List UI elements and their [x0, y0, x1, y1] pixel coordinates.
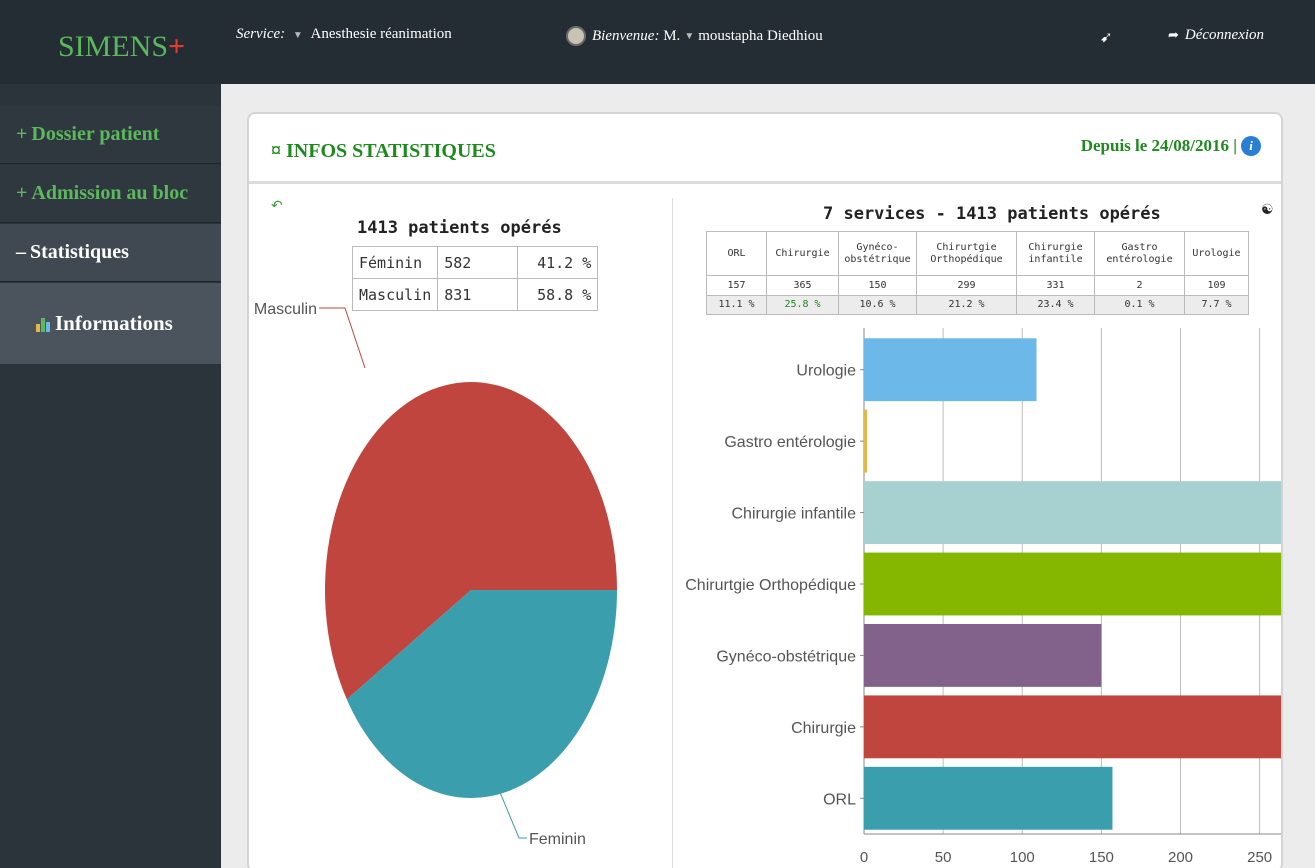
bar: [864, 552, 1281, 616]
column-header: Chirurgie: [766, 231, 839, 276]
sidebar-item-label: Statistiques: [30, 241, 129, 263]
pie-label: Feminin: [529, 831, 586, 848]
x-tick-label: 150: [1089, 849, 1114, 866]
app-logo[interactable]: SIMENS+: [58, 30, 185, 64]
main-content: ¤ INFOS STATISTIQUES Depuis le 24/08/201…: [221, 84, 1315, 868]
minus-icon: –: [16, 241, 26, 263]
undo-icon[interactable]: ↶: [271, 198, 283, 215]
sidebar-item-statistiques[interactable]: – Statistiques: [0, 224, 221, 282]
plus-icon: +: [16, 123, 28, 145]
services-bar-chart: 050100150200250300350400UrologieGastro e…: [685, 328, 1281, 866]
column-header: Chirurtgie Orthopédique: [916, 231, 1017, 276]
sidebar-subitem-label: Informations: [55, 311, 173, 335]
service-value: Anesthesie réanimation: [310, 26, 452, 42]
y-tick-label: Chirurgie infantile: [731, 506, 856, 523]
table-cell: 150: [838, 275, 917, 296]
panel-title-icon: ¤: [271, 140, 281, 162]
x-tick-label: 100: [1010, 849, 1035, 866]
yin-yang-icon[interactable]: ☯: [1261, 202, 1274, 219]
gender-label: Féminin: [351, 246, 439, 279]
x-tick-label: 250: [1247, 849, 1272, 866]
table-row: 11.1 % 25.8 % 10.6 % 21.2 % 23.4 % 0.1 %…: [706, 295, 1249, 315]
table-cell: 109: [1184, 275, 1249, 296]
pie-label: Masculin: [254, 301, 317, 318]
services-table: ORL Chirurgie Gynéco-obstétrique Chirurt…: [706, 231, 1249, 315]
table-cell: 157: [706, 275, 767, 296]
pie-label-line: [319, 307, 366, 369]
y-tick-label: Urologie: [796, 363, 856, 380]
welcome-label: Bienvenue:: [592, 27, 660, 44]
gender-pie-chart: Masculin Feminin: [254, 301, 617, 848]
bar: [864, 695, 1281, 759]
y-tick-label: Gynéco-obstétrique: [716, 648, 856, 665]
stats-panel: ¤ INFOS STATISTIQUES Depuis le 24/08/201…: [247, 112, 1283, 868]
bar: [864, 409, 868, 473]
panel-title: ¤ INFOS STATISTIQUES: [271, 140, 496, 162]
logout-icon: ➦: [1168, 27, 1179, 42]
plus-icon: +: [16, 182, 28, 204]
bar-chart-icon: [36, 316, 51, 332]
sidebar: + Dossier patient + Admission au bloc – …: [0, 84, 221, 868]
y-tick-label: Chirurgie: [791, 720, 856, 737]
table-cell: 10.6 %: [838, 295, 917, 315]
table-cell: 365: [766, 275, 839, 296]
x-tick-label: 0: [860, 849, 868, 866]
column-header: Urologie: [1184, 231, 1249, 276]
avatar: [566, 26, 586, 46]
sidebar-item-label: Admission au bloc: [31, 182, 189, 204]
bar: [864, 481, 1281, 544]
table-cell: 2: [1094, 275, 1185, 296]
top-bar: SIMENS+ Service: ▼ Anesthesie réanimatio…: [0, 0, 1315, 84]
column-header: Gastro entérologie: [1094, 231, 1185, 276]
table-cell: 7.7 %: [1184, 295, 1249, 315]
sidebar-item-admission-bloc[interactable]: + Admission au bloc: [0, 165, 221, 223]
bar: [864, 624, 1102, 687]
panel-header: ¤ INFOS STATISTIQUES Depuis le 24/08/201…: [249, 114, 1281, 184]
chevron-down-icon: ▼: [684, 30, 695, 42]
pointer-icon[interactable]: ➹: [1100, 28, 1113, 47]
column-header: Chirurgie infantile: [1016, 231, 1095, 276]
y-tick-label: Chirurtgie Orthopédique: [685, 577, 856, 594]
table-cell: 299: [916, 275, 1017, 296]
user-name: moustapha Diedhiou: [698, 27, 823, 44]
logout-link[interactable]: ➦ Déconnexion: [1168, 27, 1264, 44]
table-cell: 25.8 %: [766, 295, 839, 315]
bar: [864, 766, 1113, 830]
y-tick-label: ORL: [823, 791, 856, 808]
gender-percent: 41.2 %: [517, 246, 599, 279]
table-cell: 331: [1016, 275, 1095, 296]
table-cell: 21.2 %: [916, 295, 1017, 315]
table-header-row: ORL Chirurgie Gynéco-obstétrique Chirurt…: [706, 231, 1249, 276]
gender-title: 1413 patients opérés: [357, 218, 562, 238]
user-menu[interactable]: Bienvenue: M. ▼ moustapha Diedhiou: [566, 26, 823, 46]
service-selector[interactable]: Service: ▼ Anesthesie réanimation: [236, 26, 452, 43]
service-label: Service:: [236, 26, 286, 42]
since-date: Depuis le 24/08/2016 | i: [1081, 136, 1261, 156]
services-title: 7 services - 1413 patients opérés: [823, 204, 1161, 224]
x-tick-label: 50: [935, 849, 952, 866]
gender-count: 582: [437, 246, 519, 279]
x-tick-label: 200: [1168, 849, 1193, 866]
sidebar-item-label: Dossier patient: [31, 123, 160, 145]
sidebar-subitem-informations[interactable]: Informations: [0, 283, 221, 364]
sidebar-item-dossier-patient[interactable]: + Dossier patient: [0, 106, 221, 164]
bar: [864, 338, 1037, 402]
table-row: 157 365 150 299 331 2 109: [706, 275, 1249, 296]
table-cell: 11.1 %: [706, 295, 767, 315]
column-header: Gynéco-obstétrique: [838, 231, 917, 276]
welcome-title: M.: [663, 27, 681, 44]
y-tick-label: Gastro entérologie: [724, 434, 856, 451]
table-cell: 23.4 %: [1016, 295, 1095, 315]
table-cell: 0.1 %: [1094, 295, 1185, 315]
table-row: Féminin 582 41.2 %: [351, 246, 599, 279]
column-header: ORL: [706, 231, 767, 276]
chevron-down-icon: ▼: [292, 30, 303, 41]
info-icon[interactable]: i: [1241, 136, 1261, 156]
